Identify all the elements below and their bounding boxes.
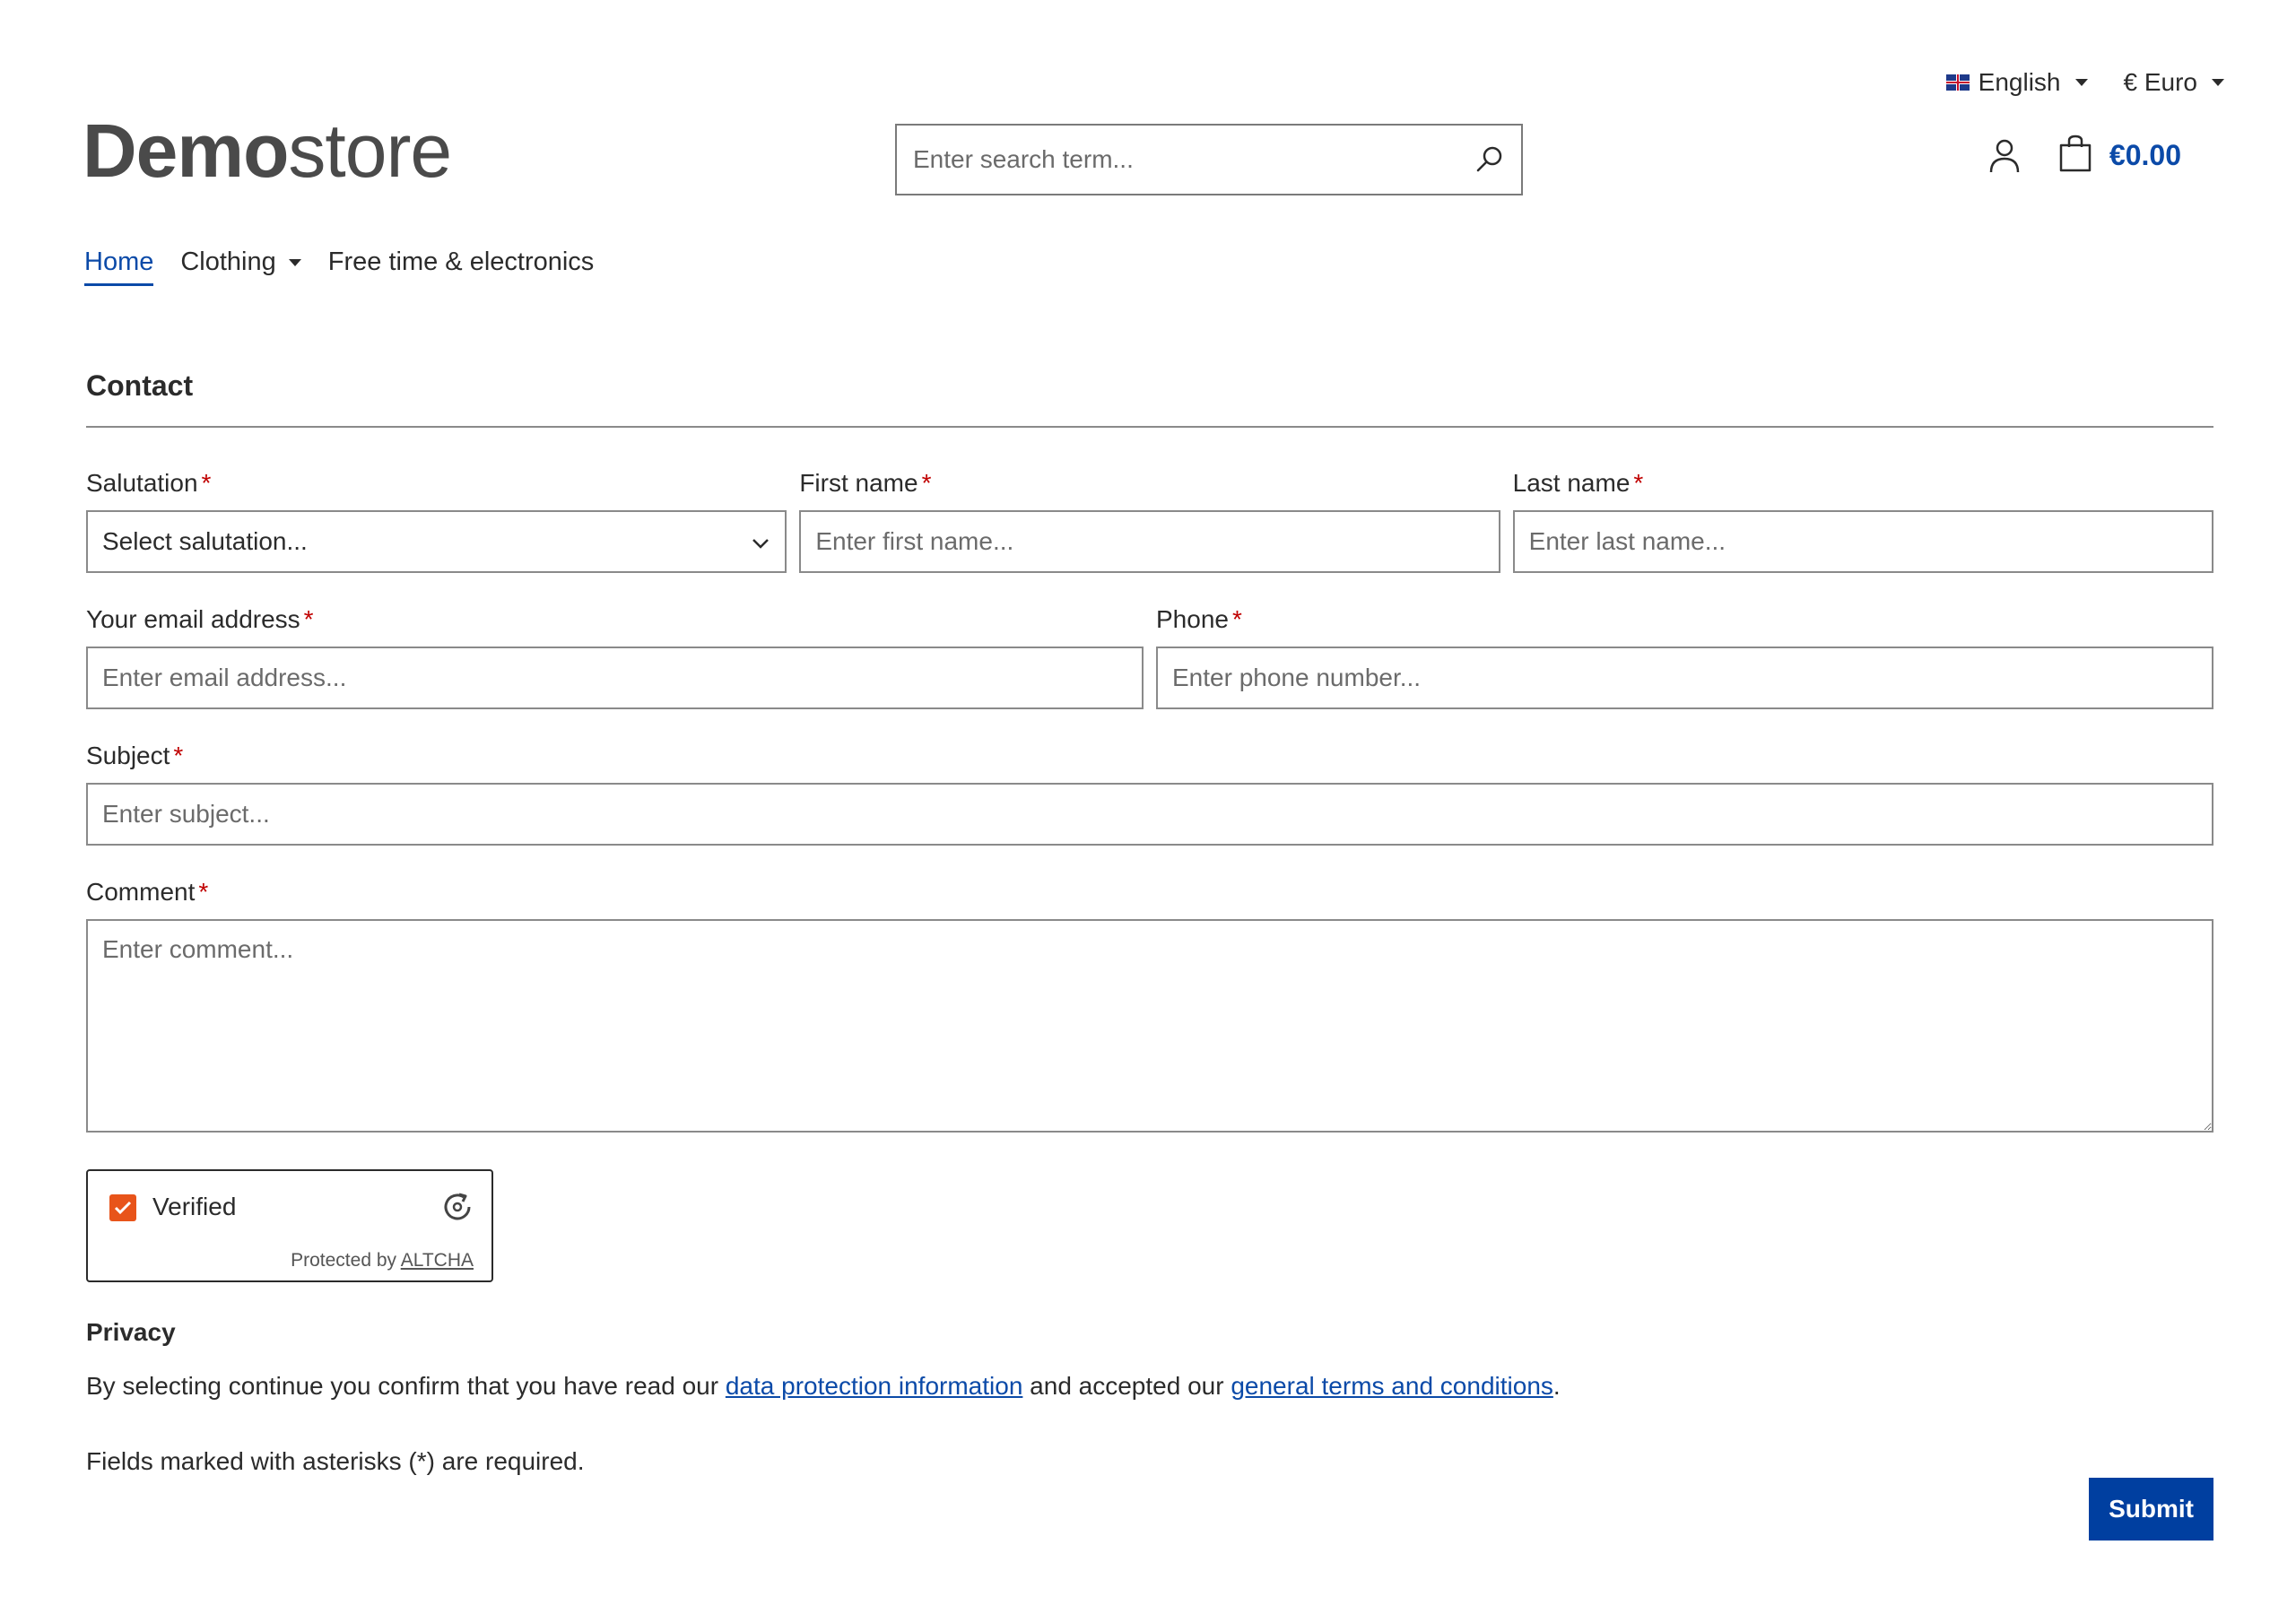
captcha-status: Verified (152, 1193, 237, 1220)
page: English € Euro Demostore Enter search te… (0, 0, 2296, 1623)
user-icon[interactable] (1987, 138, 2022, 174)
nav-clothing-label: Clothing (180, 247, 276, 276)
active-underline (84, 283, 154, 286)
salutation-value: Select salutation... (102, 527, 308, 555)
nav-home-label[interactable]: Home (84, 247, 153, 277)
phone-label: Phone * (1156, 605, 1242, 633)
checkmark-icon (114, 1201, 132, 1215)
email-field[interactable] (86, 647, 1144, 709)
logo-light: store (288, 108, 452, 193)
caret-down-icon (2074, 79, 2088, 86)
caret-down-icon (288, 258, 301, 266)
main-nav: Home Clothing Free time & electronics (84, 247, 595, 286)
flag-uk-icon (1945, 74, 1970, 91)
captcha-widget: Verified Protected by ALTCHA (86, 1169, 493, 1282)
last-name-field[interactable] (1512, 510, 2213, 573)
name-row: Salutation * Select salutation... First n… (86, 469, 2213, 573)
currency-dropdown[interactable]: € Euro (2123, 68, 2224, 97)
nav-item-clothing[interactable]: Clothing (180, 247, 301, 277)
contact-form: Contact Salutation * Select salutation...… (86, 369, 2213, 1541)
privacy-text: By selecting continue you confirm that y… (86, 1372, 1561, 1400)
altcha-link[interactable]: ALTCHA (401, 1250, 474, 1271)
phone-field[interactable] (1156, 647, 2213, 709)
nav-item-home[interactable]: Home (84, 247, 154, 286)
refresh-icon[interactable] (439, 1189, 475, 1229)
subject-label: Subject * (86, 742, 184, 769)
search-input[interactable] (897, 126, 1458, 194)
subject-group: Subject * (86, 742, 2213, 846)
terms-link[interactable]: general terms and conditions (1231, 1372, 1553, 1400)
data-protection-link[interactable]: data protection information (726, 1372, 1023, 1400)
first-name-label: First name * (799, 469, 932, 497)
captcha-checkbox[interactable] (109, 1194, 136, 1221)
cart-icon (2057, 135, 2093, 177)
search-box (895, 124, 1523, 195)
required-fields-note: Fields marked with asterisks (*) are req… (86, 1447, 585, 1475)
last-name-label: Last name * (1512, 469, 1644, 497)
privacy-heading: Privacy (86, 1318, 176, 1346)
store-logo[interactable]: Demostore (83, 113, 452, 188)
cart-button[interactable]: €0.00 (2057, 135, 2181, 177)
nav-item-free-time[interactable]: Free time & electronics (328, 247, 595, 277)
search-icon[interactable] (1458, 126, 1521, 194)
contact-row: Your email address* Phone* (86, 605, 2213, 709)
caret-down-icon (2212, 79, 2224, 86)
header-actions: €0.00 (1987, 135, 2181, 177)
comment-field[interactable] (86, 919, 2213, 1133)
comment-label: Comment * (86, 878, 209, 906)
logo-bold: Demo (83, 108, 289, 193)
salutation-select[interactable]: Select salutation... (86, 510, 787, 573)
page-title: Contact (86, 369, 2213, 428)
cart-total: €0.00 (2109, 139, 2181, 171)
subject-field[interactable] (86, 783, 2213, 846)
captcha-footer: Protected by ALTCHA (291, 1250, 474, 1271)
topbar: English € Euro (1945, 68, 2224, 97)
language-dropdown[interactable]: English (1945, 68, 2088, 97)
first-name-field[interactable] (799, 510, 1500, 573)
salutation-label: Salutation * (86, 469, 212, 497)
submit-button[interactable]: Submit (2089, 1478, 2213, 1541)
nav-free-time-label: Free time & electronics (327, 247, 595, 276)
currency-label: € Euro (2123, 68, 2198, 96)
chevron-down-icon (751, 527, 770, 556)
comment-group: Comment * (86, 878, 2213, 1137)
language-label: English (1978, 68, 2061, 96)
email-label: Your email address * (86, 605, 314, 633)
